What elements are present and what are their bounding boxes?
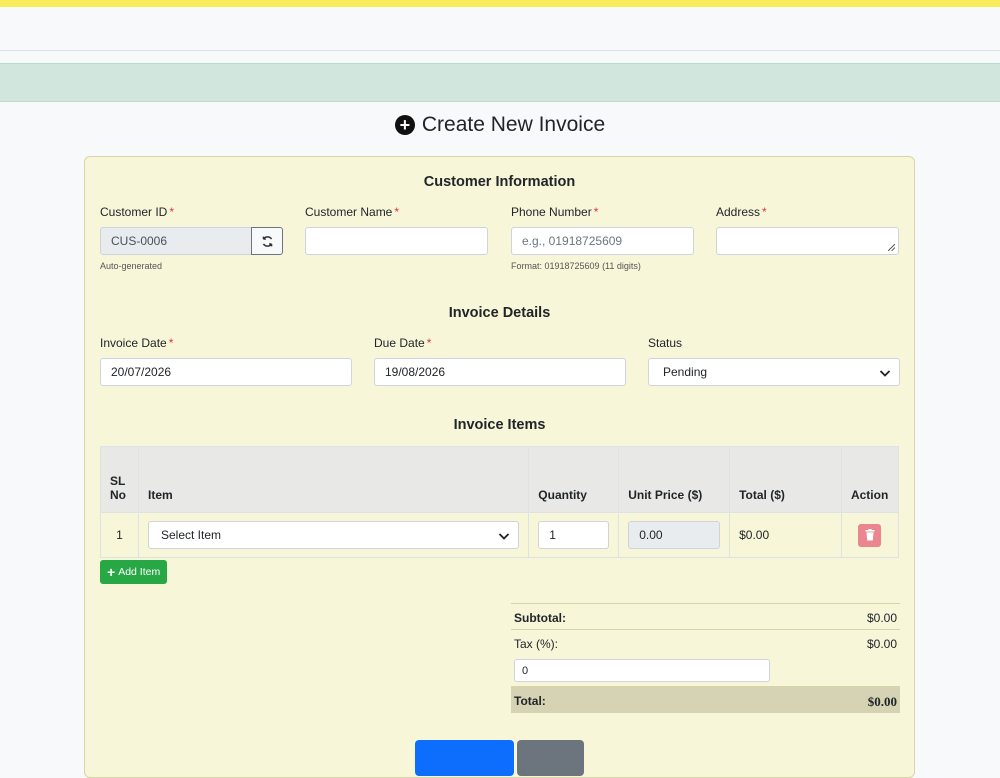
invoice-date-label: Invoice Date * [100,336,174,350]
chevron-down-icon [879,370,891,377]
reset-button[interactable] [517,740,584,776]
address-textarea[interactable] [716,227,899,255]
column-header-item: Item [137,446,530,513]
invoice-date-input[interactable]: 20/07/2026 [100,358,352,386]
item-select[interactable]: Select Item [147,521,520,549]
row-quantity-cell: 1 [528,512,620,558]
subtotal-value: $0.00 [866,611,897,625]
trash-icon [865,529,875,541]
status-label: Status [648,336,683,350]
page-title-text: Create New Invoice [421,113,606,136]
invoice-items-table: SL No Item Quantity Unit Price ($) Total … [100,446,900,558]
total-row: Total: $0.00 [511,686,900,713]
row-unit-price-cell: 0.00 [618,512,731,558]
column-header-total: Total ($) [729,446,842,513]
success-alert [0,63,1000,102]
table-header-row: SL No Item Quantity Unit Price ($) Total … [100,446,900,513]
add-item-button[interactable]: + Add Item [100,560,168,584]
unit-price-field: 0.00 [628,521,721,549]
delete-row-button[interactable] [858,523,882,547]
chevron-down-icon [499,533,510,540]
invoice-items-title: Invoice Items [453,417,546,433]
customer-id-label: Customer ID * [100,205,175,219]
tax-input[interactable]: 0 [514,659,770,682]
resize-handle-icon[interactable] [888,244,895,251]
plus-icon: + [107,564,116,580]
row-total: $0.00 [729,512,842,558]
page-title: + Create New Invoice [0,113,1000,137]
row-action-cell [840,512,900,558]
tax-amount: $0.00 [866,637,897,651]
top-navbar [0,7,1000,51]
customer-name-label: Customer Name * [305,205,400,219]
due-date-input[interactable]: 19/08/2026 [374,358,626,386]
refresh-id-button[interactable] [251,227,283,255]
due-date-label: Due Date * [374,336,432,350]
top-stripe [0,0,1000,7]
row-sl: 1 [100,512,139,558]
phone-number-label: Phone Number * [511,205,599,219]
subtotal-label: Subtotal: [514,611,566,625]
column-header-action: Action [840,446,900,513]
plus-circle-icon: + [394,115,415,135]
column-header-quantity: Quantity [528,446,620,513]
total-value: $0.00 [867,694,897,709]
address-label: Address * [716,205,767,219]
row-item-cell: Select Item [137,512,530,558]
totals-panel: Subtotal: $0.00 Tax (%): $0.00 0 Total: … [511,603,900,713]
customer-section-title: Customer Information [423,174,576,190]
total-label: Total: [514,694,546,708]
column-header-unit-price: Unit Price ($) [618,446,731,513]
invoice-form-card: Customer Information Customer ID * CUS-00… [84,156,915,778]
submit-button[interactable] [415,740,514,776]
customer-id-field: CUS-0006 [100,227,252,255]
column-header-sl: SL No [100,446,139,513]
refresh-icon [262,235,272,247]
table-row: 1 Select Item 1 0.00 $0.00 [100,512,900,558]
phone-number-help: Format: 01918725609 (11 digits) [511,261,641,271]
phone-number-input[interactable]: e.g., 01918725609 [511,227,694,255]
tax-row: Tax (%): $0.00 0 [511,629,900,686]
quantity-input[interactable]: 1 [538,521,610,549]
subtotal-row: Subtotal: $0.00 [511,603,900,629]
customer-id-help: Auto-generated [100,261,163,271]
tax-label: Tax (%): [514,637,559,651]
invoice-details-title: Invoice Details [448,305,551,321]
status-select[interactable]: Pending [648,358,900,386]
customer-name-input[interactable] [305,227,488,255]
